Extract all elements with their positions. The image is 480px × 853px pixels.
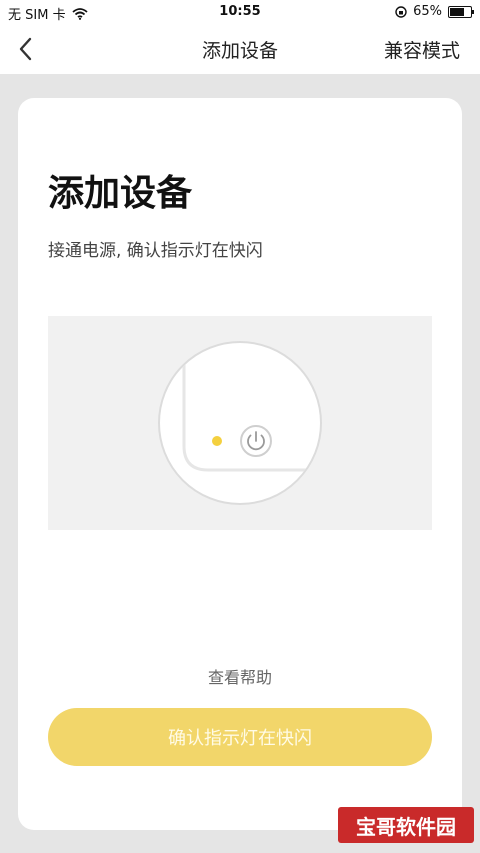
help-link[interactable]: 查看帮助 <box>18 664 462 688</box>
indicator-illustration-svg <box>158 341 322 505</box>
status-bar: 无 SIM 卡 10:55 65% <box>0 0 480 24</box>
navigation-bar: 添加设备 兼容模式 <box>0 24 480 74</box>
card-heading: 添加设备 <box>48 173 193 214</box>
status-right: 65% <box>395 4 474 19</box>
battery-percent: 65% <box>413 4 442 19</box>
add-device-card: 添加设备 接通电源, 确认指示灯在快闪 查看帮助 确认指示灯在快闪 <box>18 98 462 830</box>
battery-icon <box>448 5 474 18</box>
orientation-lock-icon <box>395 5 407 18</box>
indicator-led <box>212 436 222 446</box>
device-indicator-illustration <box>48 316 432 530</box>
watermark-logo: 宝哥软件园 <box>338 807 474 843</box>
instruction-text: 接通电源, 确认指示灯在快闪 <box>48 241 263 261</box>
confirm-indicator-button[interactable]: 确认指示灯在快闪 <box>48 708 432 766</box>
watermark-text: 宝哥软件园 <box>356 814 456 839</box>
compat-mode-button[interactable]: 兼容模式 <box>384 36 460 63</box>
